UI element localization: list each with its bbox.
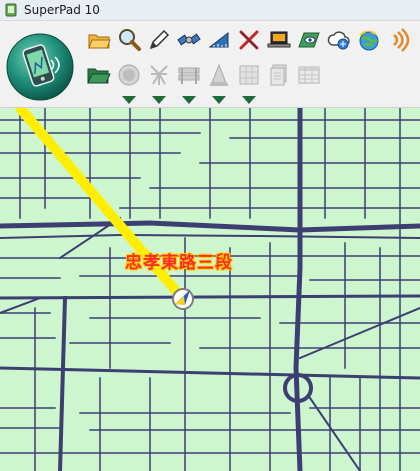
tower-icon xyxy=(146,62,172,88)
grid-icon xyxy=(236,62,262,88)
globe-icon[interactable] xyxy=(356,27,382,53)
map-view-icon[interactable] xyxy=(296,27,322,53)
close-tools-icon[interactable] xyxy=(236,27,262,53)
cone-icon xyxy=(206,62,232,88)
map-canvas[interactable] xyxy=(0,108,420,471)
gps-app-icon xyxy=(5,3,17,17)
table-icon xyxy=(296,62,322,88)
open-folder-icon[interactable] xyxy=(86,27,112,53)
chevron-down-icon[interactable] xyxy=(122,96,136,104)
search-icon[interactable] xyxy=(116,27,142,53)
chevron-down-icon[interactable] xyxy=(242,96,256,104)
title-bar: SuperPad 10 xyxy=(0,0,420,21)
folder-open-icon[interactable] xyxy=(86,62,112,88)
signal-icon[interactable] xyxy=(386,27,412,53)
satellite-icon[interactable] xyxy=(176,27,202,53)
window-title: SuperPad 10 xyxy=(24,3,100,17)
chevron-down-icon[interactable] xyxy=(152,96,166,104)
chevron-down-icon[interactable] xyxy=(212,96,226,104)
record-icon xyxy=(116,62,142,88)
pen-icon[interactable] xyxy=(146,27,172,53)
app-logo[interactable] xyxy=(5,32,75,102)
cloud-icon[interactable] xyxy=(326,27,352,53)
barrier-icon xyxy=(176,62,202,88)
toolbar xyxy=(0,21,420,108)
laptop-icon[interactable] xyxy=(266,27,292,53)
chevron-down-icon[interactable] xyxy=(182,96,196,104)
ruler-icon[interactable] xyxy=(206,27,232,53)
gps-position-marker xyxy=(172,288,194,310)
road-name-label: 忠孝東路三段 xyxy=(125,253,233,273)
document-icon xyxy=(266,62,292,88)
map-view[interactable]: 忠孝東路三段 xyxy=(0,108,420,471)
